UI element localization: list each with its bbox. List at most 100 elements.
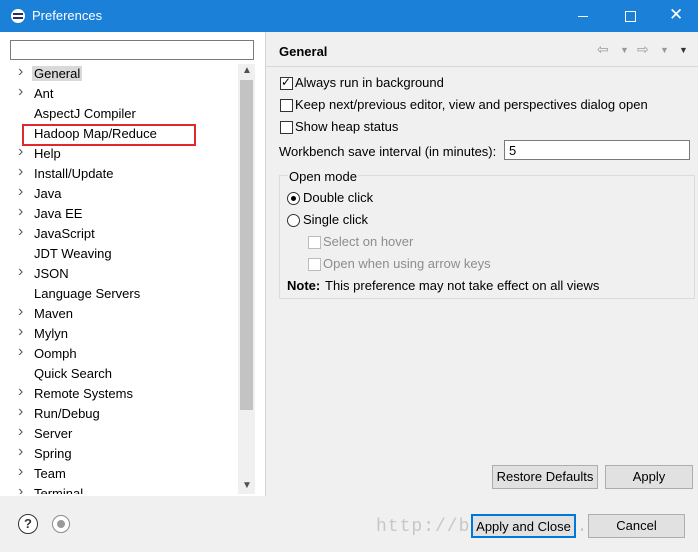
single-click-label: Single click: [303, 212, 369, 227]
dialog-footer: ? http://blo...0101..220 Apply and Close…: [0, 497, 698, 552]
tree-item-label: Server: [34, 426, 73, 441]
chevron-right-icon[interactable]: ›: [18, 383, 23, 401]
tree-item[interactable]: › JSON: [0, 263, 238, 284]
tree-item[interactable]: › Spring: [0, 443, 238, 464]
tree-item-label: Quick Search: [34, 366, 113, 381]
forward-arrow-icon[interactable]: ⇨: [637, 41, 649, 58]
tree-item[interactable]: › Server: [0, 423, 238, 444]
tree-item[interactable]: AspectJ Compiler: [0, 104, 238, 124]
tree-item-label: Ant: [34, 86, 54, 101]
chevron-right-icon[interactable]: ›: [18, 163, 23, 181]
single-click-radio[interactable]: [287, 214, 300, 227]
preference-page: General ⇦ ▼ ⇨ ▼ ▼ Always run in backgrou…: [266, 32, 698, 496]
tree-item[interactable]: › General: [0, 64, 238, 84]
tree-item-label: Java EE: [34, 206, 83, 221]
chevron-right-icon[interactable]: ›: [18, 223, 23, 241]
apply-and-close-button[interactable]: Apply and Close: [471, 514, 576, 538]
note-label: Note:: [287, 278, 321, 293]
maximize-button[interactable]: [607, 0, 653, 32]
eclipse-app-icon: [11, 9, 25, 23]
cancel-button[interactable]: Cancel: [588, 514, 685, 538]
select-on-hover-checkbox[interactable]: [308, 236, 321, 249]
open-mode-group: Open mode Double click Single click Sele…: [279, 169, 695, 299]
tree-item[interactable]: › Maven: [0, 303, 238, 324]
tree-item[interactable]: › Mylyn: [0, 323, 238, 344]
tree-item-label: Spring: [34, 446, 72, 461]
tree-item-label: Java: [34, 186, 62, 201]
maximize-icon: [625, 11, 636, 22]
tree-item[interactable]: › Java EE: [0, 203, 238, 224]
restore-defaults-button[interactable]: Restore Defaults: [492, 465, 598, 489]
tree-item-label: General: [32, 66, 83, 81]
tree-item-label: Remote Systems: [34, 386, 133, 401]
tree-item[interactable]: › Terminal: [0, 483, 238, 494]
select-on-hover-label: Select on hover: [323, 234, 414, 249]
tree-item[interactable]: › Remote Systems: [0, 383, 238, 404]
keep-next-previous-checkbox[interactable]: [280, 99, 293, 112]
back-menu-chevron-icon[interactable]: ▼: [620, 45, 629, 55]
tree-item[interactable]: › Ant: [0, 83, 238, 104]
note-text: This preference may not take effect on a…: [325, 278, 600, 293]
tree-item[interactable]: JDT Weaving: [0, 244, 238, 264]
open-mode-title: Open mode: [288, 169, 358, 184]
always-run-in-background-label: Always run in background: [295, 75, 444, 90]
double-click-label: Double click: [303, 190, 374, 205]
forward-menu-chevron-icon[interactable]: ▼: [660, 45, 669, 55]
tree-item[interactable]: › Install/Update: [0, 163, 238, 184]
close-button[interactable]: ✕: [652, 0, 698, 32]
scroll-down-icon[interactable]: ▼: [242, 480, 252, 491]
chevron-right-icon[interactable]: ›: [18, 203, 23, 221]
tree-item-label: Help: [34, 146, 61, 161]
import-export-preferences-icon[interactable]: [52, 515, 70, 533]
chevron-right-icon[interactable]: ›: [18, 263, 23, 281]
always-run-in-background-checkbox[interactable]: [280, 75, 293, 90]
scrollbar-thumb[interactable]: [240, 80, 253, 410]
chevron-right-icon[interactable]: ›: [18, 423, 23, 441]
minimize-icon: [578, 16, 588, 17]
show-heap-status-checkbox[interactable]: [280, 121, 293, 134]
chevron-right-icon[interactable]: ›: [18, 83, 23, 101]
open-when-arrow-keys-checkbox[interactable]: [308, 258, 321, 271]
page-title: General: [279, 44, 328, 59]
chevron-right-icon[interactable]: ›: [18, 403, 23, 421]
tree-item[interactable]: › Run/Debug: [0, 403, 238, 424]
filter-input[interactable]: [10, 40, 254, 60]
tree-item[interactable]: › Java: [0, 183, 238, 204]
double-click-radio[interactable]: [287, 192, 300, 205]
tree-item-label: Terminal: [34, 486, 84, 494]
tree-item-label: JSON: [34, 266, 69, 281]
highlight-annotation-box: [22, 124, 196, 146]
scroll-up-icon[interactable]: ▲: [242, 65, 252, 76]
chevron-right-icon[interactable]: ›: [18, 463, 23, 481]
chevron-right-icon[interactable]: ›: [18, 64, 23, 81]
tree-item[interactable]: › Help: [0, 143, 238, 164]
tree-item-label: AspectJ Compiler: [34, 106, 136, 121]
open-when-arrow-keys-label: Open when using arrow keys: [323, 256, 491, 271]
back-arrow-icon[interactable]: ⇦: [597, 41, 609, 58]
tree-item-label: Oomph: [34, 346, 77, 361]
tree-scrollbar[interactable]: ▲ ▼: [238, 64, 255, 494]
chevron-right-icon[interactable]: ›: [18, 303, 23, 321]
tree-item[interactable]: Quick Search: [0, 364, 238, 384]
help-icon[interactable]: ?: [18, 514, 38, 534]
workbench-save-interval-input[interactable]: [504, 140, 690, 160]
tree-item-label: JavaScript: [34, 226, 95, 241]
tree-item[interactable]: › Oomph: [0, 343, 238, 364]
tree-item[interactable]: › Team: [0, 463, 238, 484]
chevron-right-icon[interactable]: ›: [18, 183, 23, 201]
tree-item-label: Maven: [34, 306, 74, 321]
view-menu-icon[interactable]: ▼: [679, 45, 688, 55]
tree-item-label: Mylyn: [34, 326, 68, 341]
tree-item-label: Team: [34, 466, 66, 481]
chevron-right-icon[interactable]: ›: [18, 443, 23, 461]
apply-button[interactable]: Apply: [605, 465, 693, 489]
tree-item[interactable]: Language Servers: [0, 284, 238, 304]
window-title: Preferences: [32, 8, 103, 23]
chevron-right-icon[interactable]: ›: [18, 483, 23, 494]
workbench-save-interval-label: Workbench save interval (in minutes):: [279, 144, 497, 159]
chevron-right-icon[interactable]: ›: [18, 323, 23, 341]
tree-item[interactable]: › JavaScript: [0, 223, 238, 244]
chevron-right-icon[interactable]: ›: [18, 343, 23, 361]
minimize-button[interactable]: [560, 0, 606, 32]
tree-item-label: Run/Debug: [34, 406, 100, 421]
